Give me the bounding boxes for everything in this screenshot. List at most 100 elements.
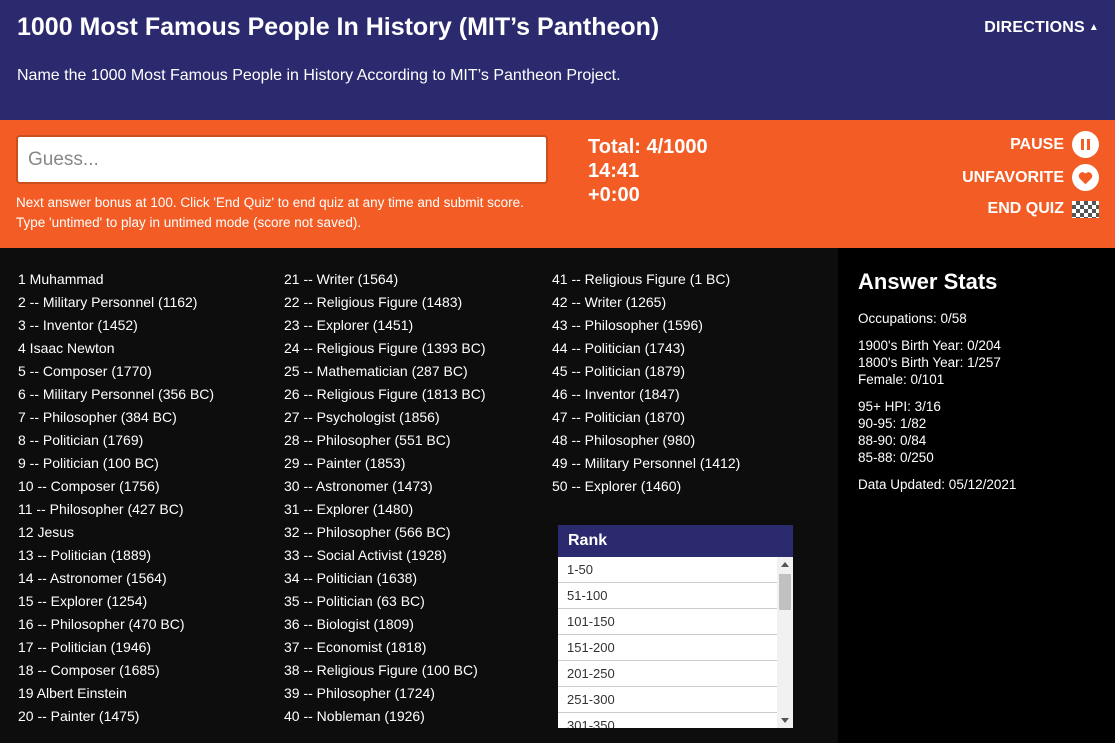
answer-row: 20 -- Painter (1475) — [18, 708, 140, 724]
answer-row: 19 Albert Einstein — [18, 685, 127, 701]
hint-line-1: Next answer bonus at 100. Click 'End Qui… — [16, 195, 524, 210]
answer-stats-panel: Answer Stats Occupations: 0/58 1900's Bi… — [838, 248, 1115, 743]
answers-column-3: 41 -- Religious Figure (1 BC) 42 -- Writ… — [552, 268, 740, 498]
stat-occupations: Occupations: 0/58 — [858, 311, 967, 326]
heart-icon — [1072, 164, 1099, 191]
end-quiz-button[interactable]: END QUIZ — [988, 200, 1099, 218]
answer-row: 43 -- Philosopher (1596) — [552, 317, 703, 333]
rank-list: 1-50 51-100 101-150 151-200 201-250 251-… — [558, 557, 777, 728]
answer-row: 50 -- Explorer (1460) — [552, 478, 682, 494]
answer-row: 25 -- Mathematician (287 BC) — [284, 363, 468, 379]
stat-hpi-95: 95+ HPI: 3/16 — [858, 399, 941, 414]
answer-row: 3 -- Inventor (1452) — [18, 317, 138, 333]
answer-row: 47 -- Politician (1870) — [552, 409, 686, 425]
quiz-bar: Next answer bonus at 100. Click 'End Qui… — [0, 120, 1115, 248]
answer-row: 41 -- Religious Figure (1 BC) — [552, 271, 731, 287]
answer-row: 2 -- Military Personnel (1162) — [18, 294, 198, 310]
answer-row: 12 Jesus — [18, 524, 75, 540]
answer-row: 33 -- Social Activist (1928) — [284, 547, 447, 563]
answer-row: 45 -- Politician (1879) — [552, 363, 686, 379]
answer-row: 13 -- Politician (1889) — [18, 547, 152, 563]
rank-option[interactable]: 301-350 — [558, 713, 777, 728]
rank-option[interactable]: 101-150 — [558, 609, 777, 635]
scroll-down-icon[interactable] — [781, 718, 789, 723]
answer-row: 28 -- Philosopher (551 BC) — [284, 432, 451, 448]
rank-option[interactable]: 151-200 — [558, 635, 777, 661]
data-updated: Data Updated: 05/12/2021 — [858, 477, 1017, 492]
answer-row: 30 -- Astronomer (1473) — [284, 478, 433, 494]
answer-row: 17 -- Politician (1946) — [18, 639, 152, 655]
answer-row: 10 -- Composer (1756) — [18, 478, 160, 494]
answer-row: 26 -- Religious Figure (1813 BC) — [284, 386, 486, 402]
answer-row: 7 -- Philosopher (384 BC) — [18, 409, 177, 425]
answer-row: 14 -- Astronomer (1564) — [18, 570, 167, 586]
answer-row: 29 -- Painter (1853) — [284, 455, 406, 471]
guess-input[interactable] — [16, 135, 548, 184]
answers-column-2: 21 -- Writer (1564) 22 -- Religious Figu… — [284, 268, 486, 728]
answer-row: 46 -- Inventor (1847) — [552, 386, 680, 402]
answer-row: 49 -- Military Personnel (1412) — [552, 455, 741, 471]
answer-row: 36 -- Biologist (1809) — [284, 616, 414, 632]
stat-1900s-birth: 1900's Birth Year: 0/204 — [858, 338, 1001, 353]
stat-hpi-88: 88-90: 0/84 — [858, 433, 927, 448]
answers-column-1: 1 Muhammad 2 -- Military Personnel (1162… — [18, 268, 214, 728]
quiz-hint: Next answer bonus at 100. Click 'End Qui… — [16, 193, 576, 233]
answer-row: 11 -- Philosopher (427 BC) — [18, 501, 184, 517]
stat-1800s-birth: 1800's Birth Year: 1/257 — [858, 355, 1001, 370]
hint-line-2: Type 'untimed' to play in untimed mode (… — [16, 215, 362, 230]
answers-panel: 1 Muhammad 2 -- Military Personnel (1162… — [0, 248, 838, 743]
page-title: 1000 Most Famous People In History (MIT’… — [17, 13, 660, 41]
answer-row: 35 -- Politician (63 BC) — [284, 593, 425, 609]
answer-row: 37 -- Economist (1818) — [284, 639, 427, 655]
answer-row: 5 -- Composer (1770) — [18, 363, 152, 379]
page-subtitle: Name the 1000 Most Famous People in Hist… — [17, 67, 621, 84]
pause-label: PAUSE — [1010, 135, 1064, 153]
answer-row: 39 -- Philosopher (1724) — [284, 685, 435, 701]
rank-selector: Rank 1-50 51-100 101-150 151-200 201-250… — [558, 525, 793, 728]
score-timer: Total: 4/1000 14:41 +0:00 — [588, 135, 708, 207]
rank-option[interactable]: 51-100 — [558, 583, 777, 609]
pause-icon — [1072, 131, 1099, 158]
answer-row: 18 -- Composer (1685) — [18, 662, 160, 678]
pause-button[interactable]: PAUSE — [1010, 131, 1099, 158]
stats-title: Answer Stats — [858, 269, 998, 294]
stat-female: Female: 0/101 — [858, 372, 945, 387]
score-total: Total: 4/1000 — [588, 136, 708, 158]
answer-row: 42 -- Writer (1265) — [552, 294, 667, 310]
answer-row: 48 -- Philosopher (980) — [552, 432, 696, 448]
rank-option[interactable]: 1-50 — [558, 557, 777, 583]
answer-row: 22 -- Religious Figure (1483) — [284, 294, 463, 310]
end-quiz-label: END QUIZ — [987, 200, 1064, 217]
time-remaining: 14:41 — [588, 160, 640, 182]
unfavorite-button[interactable]: UNFAVORITE — [962, 164, 1099, 191]
scroll-thumb[interactable] — [779, 574, 791, 610]
checkered-flag-icon — [1072, 200, 1099, 218]
answer-row: 38 -- Religious Figure (100 BC) — [284, 662, 478, 678]
bonus-time: +0:00 — [588, 184, 640, 206]
answer-row: 21 -- Writer (1564) — [284, 271, 399, 287]
rank-option[interactable]: 251-300 — [558, 687, 777, 713]
answer-row: 27 -- Psychologist (1856) — [284, 409, 440, 425]
rank-option[interactable]: 201-250 — [558, 661, 777, 687]
answer-row: 15 -- Explorer (1254) — [18, 593, 148, 609]
stat-hpi-85: 85-88: 0/250 — [858, 450, 934, 465]
triangle-up-icon: ▲ — [1088, 22, 1099, 33]
rank-header: Rank — [558, 525, 793, 557]
rank-scrollbar[interactable] — [777, 557, 793, 728]
scroll-up-icon[interactable] — [781, 562, 789, 567]
answer-row: 31 -- Explorer (1480) — [284, 501, 414, 517]
answer-row: 16 -- Philosopher (470 BC) — [18, 616, 185, 632]
header: 1000 Most Famous People In History (MIT’… — [0, 0, 1115, 120]
answer-row: 40 -- Nobleman (1926) — [284, 708, 425, 724]
answer-row: 44 -- Politician (1743) — [552, 340, 686, 356]
answer-row: 23 -- Explorer (1451) — [284, 317, 414, 333]
answer-row: 6 -- Military Personnel (356 BC) — [18, 386, 215, 402]
answer-row: 34 -- Politician (1638) — [284, 570, 418, 586]
answer-row: 24 -- Religious Figure (1393 BC) — [284, 340, 486, 356]
directions-toggle[interactable]: DIRECTIONS ▲ — [984, 19, 1099, 37]
stat-hpi-90: 90-95: 1/82 — [858, 416, 927, 431]
unfavorite-label: UNFAVORITE — [962, 168, 1064, 186]
answer-row: 32 -- Philosopher (566 BC) — [284, 524, 451, 540]
answer-row: 1 Muhammad — [18, 271, 104, 287]
answer-row: 8 -- Politician (1769) — [18, 432, 144, 448]
